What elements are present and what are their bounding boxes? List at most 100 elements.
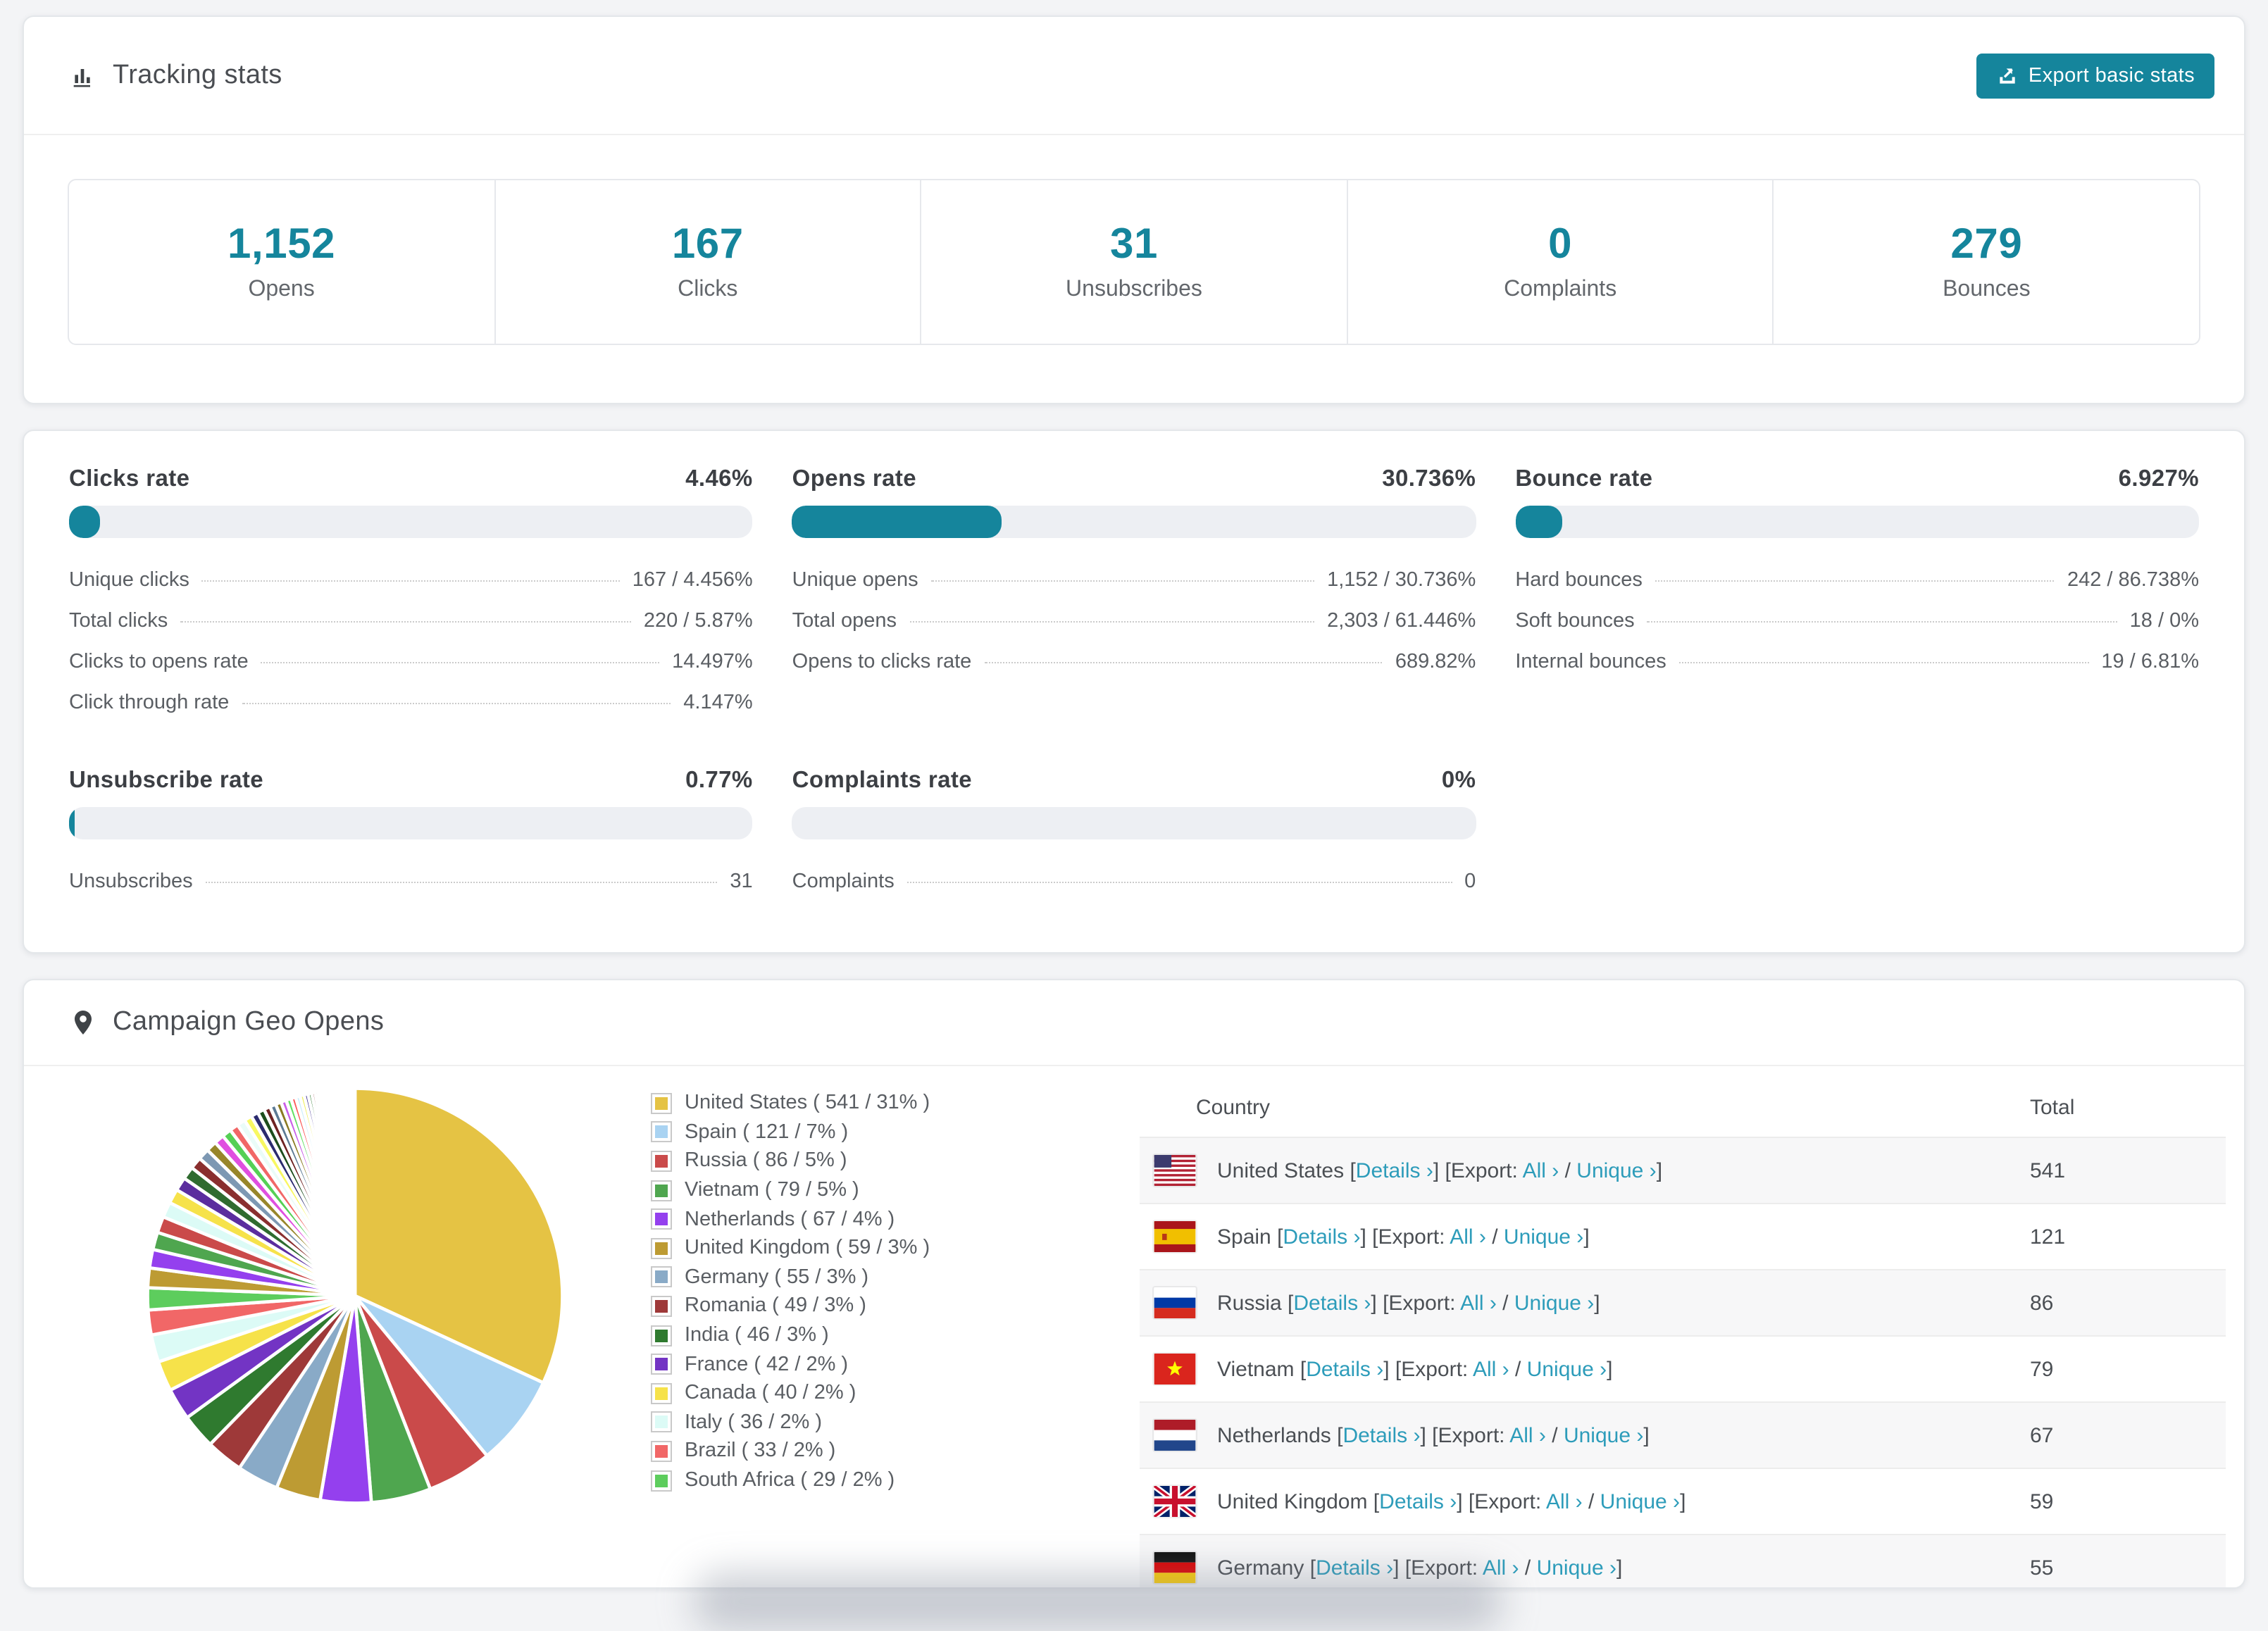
legend-item: Germany ( 55 / 3% ) — [651, 1263, 930, 1292]
rate-value: 0% — [1441, 768, 1476, 793]
geo-row-text: Spain [Details ›] [Export: All › / Uniqu… — [1217, 1225, 1590, 1249]
rate-progress-fill — [69, 506, 100, 538]
details-link[interactable]: Details › — [1306, 1357, 1383, 1381]
export-all-link[interactable]: All › — [1450, 1225, 1486, 1249]
dotted-leader — [909, 621, 1315, 623]
details-link[interactable]: Details › — [1356, 1158, 1433, 1182]
rate-title: Opens rate — [792, 466, 917, 492]
legend-swatch — [651, 1411, 672, 1433]
rate-row-value: 14.497% — [672, 651, 753, 673]
geo-row-total: 55 — [2030, 1556, 2054, 1580]
rate-progress-track — [69, 807, 753, 839]
stat-value: 167 — [671, 221, 744, 268]
export-unique-link[interactable]: Unique › — [1576, 1158, 1656, 1182]
legend-item: France ( 42 / 2% ) — [651, 1350, 930, 1379]
geo-row-text: United Kingdom [Details ›] [Export: All … — [1217, 1489, 1686, 1513]
rate-row: Complaints 0 — [792, 870, 1476, 893]
rate-row-label: Unique opens — [792, 569, 918, 592]
rate-row: Unique clicks 167 / 4.456% — [69, 569, 753, 592]
export-all-link[interactable]: All › — [1523, 1158, 1559, 1182]
summary-stat-clicks: 167 Clicks — [494, 180, 920, 344]
legend-swatch — [651, 1295, 672, 1317]
export-all-link[interactable]: All › — [1546, 1489, 1583, 1513]
geo-table-header: Country Total — [1140, 1077, 2226, 1137]
legend-item: Italy ( 36 / 2% ) — [651, 1408, 930, 1437]
details-link[interactable]: Details › — [1283, 1225, 1360, 1249]
opens-rate-block: Opens rate 30.736% Unique opens 1,152 / … — [792, 466, 1476, 714]
legend-label: Spain ( 121 / 7% ) — [685, 1120, 849, 1144]
details-link[interactable]: Details › — [1293, 1291, 1371, 1315]
legend-label: France ( 42 / 2% ) — [685, 1353, 849, 1376]
legend-swatch — [651, 1440, 672, 1462]
details-link[interactable]: Details › — [1379, 1489, 1457, 1513]
vn-flag-icon — [1154, 1354, 1196, 1385]
export-unique-link[interactable]: Unique › — [1564, 1423, 1643, 1447]
dotted-leader — [1655, 580, 2055, 582]
legend-swatch — [651, 1092, 672, 1114]
export-unique-link[interactable]: Unique › — [1504, 1225, 1583, 1249]
total-column-header: Total — [2030, 1095, 2075, 1119]
geo-row-text: Russia [Details ›] [Export: All › / Uniq… — [1217, 1291, 1600, 1315]
geo-row-total: 541 — [2030, 1158, 2066, 1182]
dotted-leader — [201, 580, 620, 582]
export-unique-link[interactable]: Unique › — [1600, 1489, 1680, 1513]
rate-progress-track — [69, 506, 753, 538]
rates-card: Clicks rate 4.46% Unique clicks 167 / 4.… — [23, 430, 2245, 954]
stat-label: Bounces — [1943, 277, 2031, 301]
campaign-geo-opens-card: Campaign Geo Opens United States ( 541 /… — [23, 979, 2245, 1589]
legend-label: Germany ( 55 / 3% ) — [685, 1266, 869, 1289]
dotted-leader — [180, 621, 631, 623]
legend-label: Russia ( 86 / 5% ) — [685, 1149, 847, 1173]
stat-value: 279 — [1950, 221, 2023, 268]
legend-swatch — [651, 1237, 672, 1259]
geo-row-total: 67 — [2030, 1423, 2054, 1447]
pie-legend: United States ( 541 / 31% ) Spain ( 121 … — [651, 1089, 930, 1495]
export-unique-link[interactable]: Unique › — [1537, 1556, 1616, 1580]
export-all-link[interactable]: All › — [1460, 1291, 1497, 1315]
geo-row-total: 86 — [2030, 1291, 2054, 1315]
rate-row-label: Total opens — [792, 610, 897, 632]
export-all-link[interactable]: All › — [1473, 1357, 1509, 1381]
legend-swatch — [651, 1470, 672, 1492]
rate-row-value: 242 / 86.738% — [2067, 569, 2199, 592]
legend-swatch — [651, 1354, 672, 1375]
legend-label: Romania ( 49 / 3% ) — [685, 1294, 866, 1318]
export-all-link[interactable]: All › — [1509, 1423, 1546, 1447]
rate-row-value: 19 / 6.81% — [2101, 651, 2199, 673]
geo-row-text: United States [Details ›] [Export: All ›… — [1217, 1158, 1663, 1182]
export-basic-stats-button[interactable]: Export basic stats — [1976, 53, 2214, 98]
dotted-leader — [984, 662, 1383, 663]
rate-progress-fill — [69, 807, 75, 839]
export-button-label: Export basic stats — [2028, 64, 2195, 87]
geo-row-text: Vietnam [Details ›] [Export: All › / Uni… — [1217, 1357, 1613, 1381]
rate-row-label: Hard bounces — [1515, 569, 1643, 592]
geo-title: Campaign Geo Opens — [113, 1007, 385, 1037]
dashboard-page: Tracking stats Export basic stats 1,152 … — [0, 0, 2268, 1631]
rate-row-value: 18 / 0% — [2129, 610, 2199, 632]
legend-item: Brazil ( 33 / 2% ) — [651, 1437, 930, 1466]
dotted-leader — [1647, 621, 2117, 623]
geo-row-total: 79 — [2030, 1357, 2054, 1381]
unsubscribe-rate-block: Unsubscribe rate 0.77% Unsubscribes 31 — [69, 768, 753, 893]
rate-row: Total clicks 220 / 5.87% — [69, 610, 753, 632]
details-link[interactable]: Details › — [1342, 1423, 1420, 1447]
export-unique-link[interactable]: Unique › — [1527, 1357, 1607, 1381]
export-unique-link[interactable]: Unique › — [1514, 1291, 1594, 1315]
legend-swatch — [651, 1208, 672, 1230]
rate-progress-fill — [1515, 506, 1563, 538]
rate-progress-fill — [792, 506, 1002, 538]
rate-title: Clicks rate — [69, 466, 190, 492]
rate-row-label: Opens to clicks rate — [792, 651, 972, 673]
rate-row-label: Soft bounces — [1515, 610, 1635, 632]
complaints-rate-block: Complaints rate 0% Complaints 0 — [792, 768, 1476, 893]
legend-item: United Kingdom ( 59 / 3% ) — [651, 1234, 930, 1263]
rate-row: Hard bounces 242 / 86.738% — [1515, 569, 2199, 592]
rate-row-label: Total clicks — [69, 610, 168, 632]
legend-item: Russia ( 86 / 5% ) — [651, 1146, 930, 1175]
rate-value: 30.736% — [1382, 466, 1476, 492]
country-column-header: Country — [1196, 1095, 1271, 1119]
es-flag-icon — [1154, 1221, 1196, 1252]
legend-swatch — [651, 1180, 672, 1201]
dotted-leader — [930, 580, 1315, 582]
rate-row: Clicks to opens rate 14.497% — [69, 651, 753, 673]
